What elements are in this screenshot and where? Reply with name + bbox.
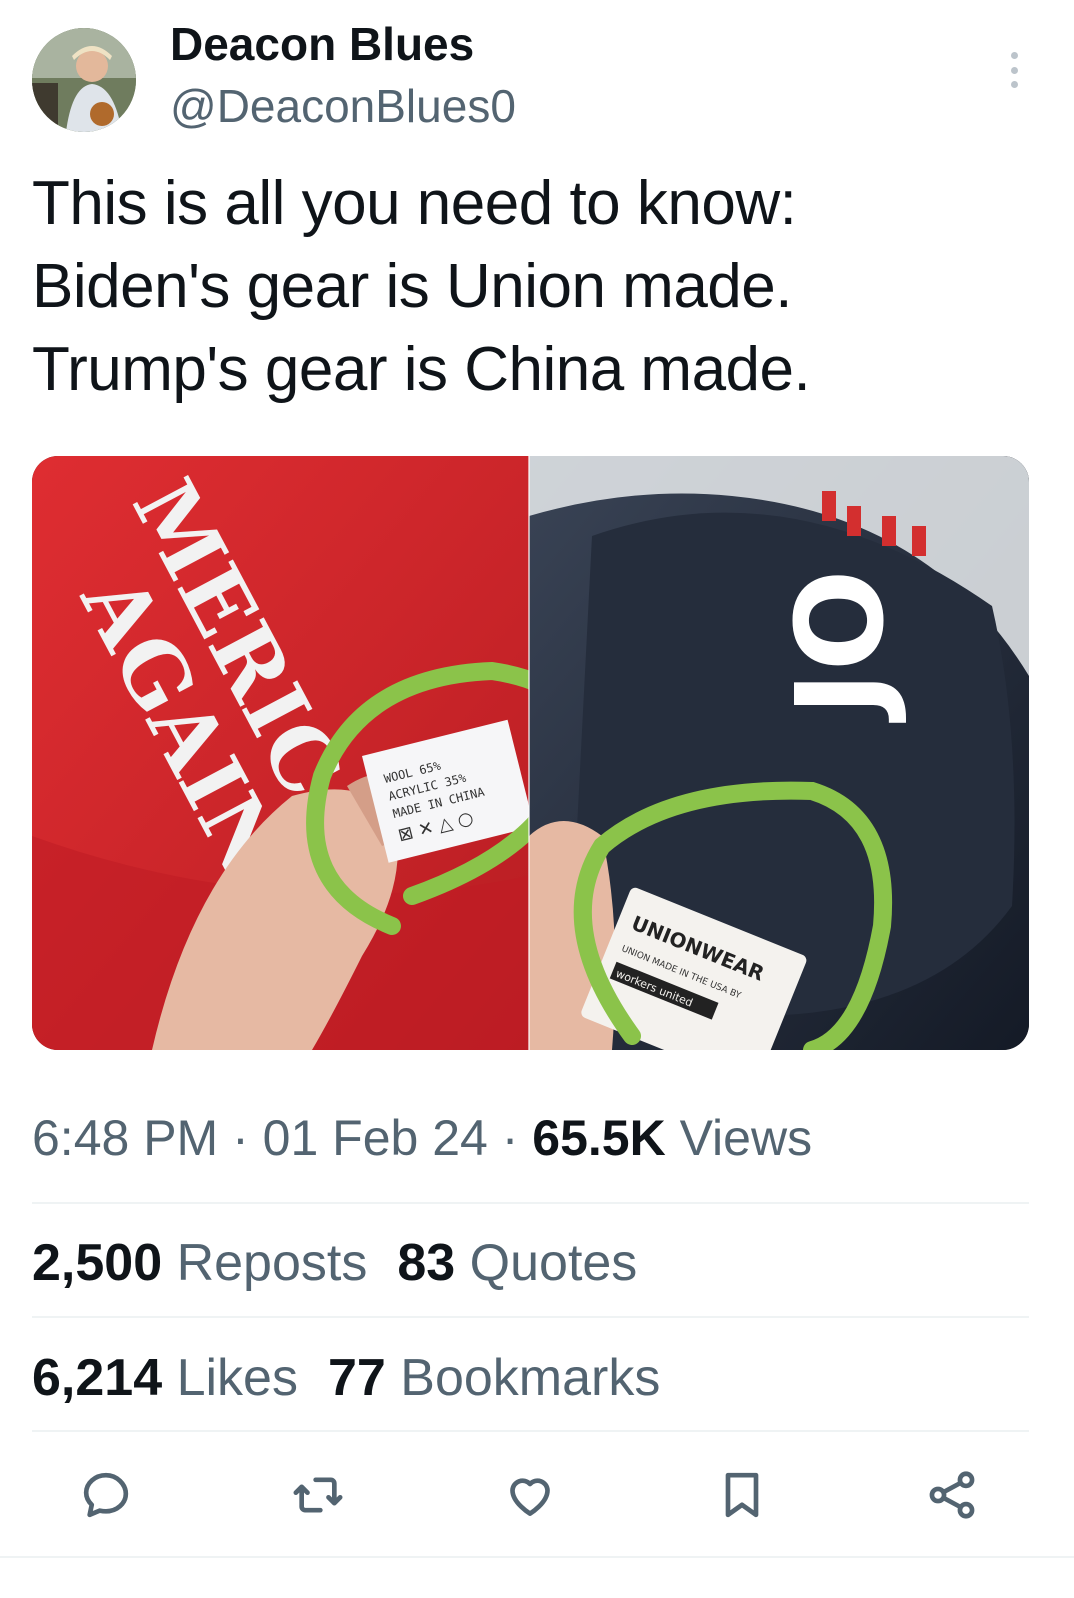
tweet-media[interactable]: MERICA AGAIN WOOL 65% ACRYLIC 35% MADE I…	[32, 456, 1029, 1050]
quotes-stat[interactable]: 83 Quotes	[397, 1234, 637, 1292]
repost-button[interactable]	[288, 1465, 348, 1525]
tweet-time[interactable]: 6:48 PM	[32, 1110, 218, 1166]
divider	[32, 1430, 1029, 1432]
bookmark-button[interactable]	[712, 1465, 772, 1525]
share-icon	[929, 1471, 975, 1519]
divider	[0, 1556, 1074, 1558]
display-name[interactable]: Deacon Blues	[170, 16, 474, 72]
share-button[interactable]	[922, 1465, 982, 1525]
reply-button[interactable]	[76, 1465, 136, 1525]
reposts-stat[interactable]: 2,500 Reposts	[32, 1234, 367, 1292]
bookmarks-stat[interactable]: 77 Bookmarks	[328, 1349, 660, 1407]
views-count: 65.5K	[532, 1110, 666, 1166]
jo-embroidery: JO	[772, 569, 911, 723]
tweet-text: This is all you need to know: Biden's ge…	[32, 169, 811, 404]
divider	[32, 1316, 1029, 1318]
svg-text:JO: JO	[772, 569, 911, 723]
engagement-row-2: 6,214 Likes 77 Bookmarks	[32, 1347, 690, 1409]
action-bar	[0, 1455, 1074, 1535]
divider	[32, 1202, 1029, 1204]
tweet-meta: 6:48 PM · 01 Feb 24 · 65.5K Views	[32, 1110, 813, 1166]
engagement-row-1: 2,500 Reposts 83 Quotes	[32, 1232, 667, 1294]
like-button[interactable]	[500, 1465, 560, 1525]
likes-stat[interactable]: 6,214 Likes	[32, 1349, 298, 1407]
bookmark-icon	[725, 1472, 759, 1518]
handle[interactable]: @DeaconBlues0	[170, 78, 516, 134]
like-icon	[510, 1478, 550, 1516]
hats-comparison-image: MERICA AGAIN WOOL 65% ACRYLIC 35% MADE I…	[32, 456, 1029, 1050]
avatar-image	[32, 28, 136, 132]
tweet-date[interactable]: 01 Feb 24	[263, 1110, 488, 1166]
reply-icon	[83, 1472, 129, 1518]
avatar[interactable]	[32, 28, 136, 132]
repost-icon	[293, 1477, 343, 1513]
views-label: Views	[665, 1110, 813, 1166]
more-options-icon[interactable]	[1008, 52, 1020, 88]
